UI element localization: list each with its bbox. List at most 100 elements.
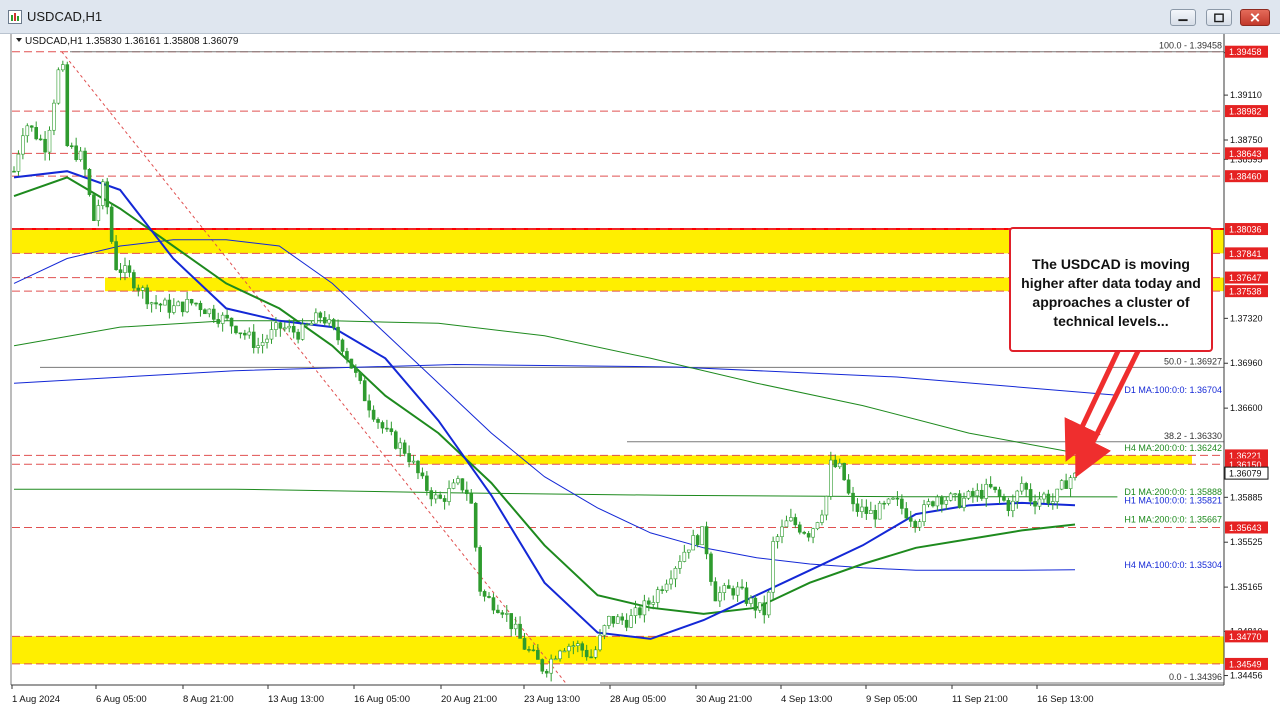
candle-body	[29, 125, 34, 128]
candle-body	[762, 602, 767, 616]
candle-body	[238, 332, 243, 335]
candle-body	[682, 551, 687, 562]
price-tick-label: 1.38750	[1230, 135, 1263, 145]
candle-body	[229, 317, 234, 327]
candle-body	[96, 205, 101, 221]
candle-body	[87, 169, 92, 195]
candle-body	[305, 323, 309, 326]
candle-body	[749, 597, 753, 604]
candle-body	[469, 493, 474, 504]
candle-body	[349, 358, 354, 369]
candle-body	[465, 489, 469, 495]
candle-body	[309, 322, 314, 326]
candle-body	[380, 422, 385, 429]
minimize-icon	[1178, 19, 1188, 22]
time-tick-label: 23 Aug 13:00	[524, 694, 580, 705]
candle-body	[833, 459, 838, 468]
candle-body	[886, 498, 891, 504]
candle-body	[282, 327, 287, 330]
candle-body	[900, 498, 904, 509]
candle-body	[1064, 480, 1068, 489]
candle-body	[496, 609, 500, 613]
candle-body	[296, 331, 300, 340]
candle-body	[78, 150, 83, 160]
candle-body	[940, 496, 944, 505]
candle-body	[700, 526, 704, 546]
candle-body	[513, 623, 518, 630]
candle-body	[988, 483, 993, 488]
maximize-icon	[1214, 13, 1224, 23]
fibonacci-level-label: 100.0 - 1.39458	[1159, 41, 1222, 51]
candle-body	[1051, 501, 1055, 504]
candle-body	[61, 64, 65, 71]
candle-body	[593, 649, 598, 658]
candle-body	[163, 299, 167, 306]
candle-body	[704, 526, 709, 555]
candle-body	[855, 503, 860, 512]
candle-body	[962, 497, 966, 508]
candle-body	[784, 520, 789, 528]
candle-body	[269, 329, 274, 340]
window-title: USDCAD,H1	[27, 9, 103, 24]
candle-body	[243, 332, 247, 336]
support-resistance-zone	[420, 455, 1192, 465]
candle-body	[758, 602, 762, 611]
candle-body	[1055, 488, 1060, 502]
candle-body	[580, 643, 585, 651]
candle-body	[198, 302, 203, 311]
candle-body	[615, 616, 620, 624]
candle-body	[473, 503, 478, 548]
candle-body	[265, 338, 269, 343]
candle-body	[25, 125, 30, 137]
candle-body	[571, 645, 576, 647]
candle-body	[531, 649, 536, 652]
time-tick-label: 16 Aug 05:00	[354, 694, 410, 705]
candle-body	[251, 331, 256, 348]
current-price-label: 1.36079	[1229, 469, 1262, 479]
fibonacci-level-label: 0.0 - 1.34396	[1169, 672, 1222, 682]
candle-body	[607, 616, 611, 626]
candle-body	[509, 613, 514, 630]
candle-body	[1028, 489, 1033, 502]
candle-body	[664, 583, 669, 591]
close-button[interactable]	[1240, 9, 1270, 26]
maximize-button[interactable]	[1206, 9, 1232, 26]
candle-body	[278, 322, 283, 329]
minimize-button[interactable]	[1170, 9, 1196, 26]
candle-body	[291, 325, 296, 333]
candle-body	[167, 299, 172, 313]
candle-body	[74, 145, 78, 160]
level-price-label: 1.37538	[1229, 287, 1262, 297]
level-price-label: 1.39458	[1229, 47, 1262, 57]
candle-body	[984, 483, 989, 499]
moving-average-label: H4 MA:200:0:0: 1.36242	[1124, 443, 1222, 453]
candle-body	[52, 102, 56, 131]
candle-body	[1015, 490, 1020, 502]
candle-body	[260, 342, 265, 346]
candle-body	[922, 504, 926, 522]
candle-body	[740, 586, 744, 589]
candle-body	[567, 646, 571, 652]
candle-body	[789, 517, 793, 522]
candle-body	[1059, 480, 1064, 490]
fibonacci-level-label: 50.0 - 1.36927	[1164, 356, 1222, 366]
candle-body	[362, 380, 367, 402]
level-price-label: 1.37841	[1229, 249, 1262, 259]
candle-body	[425, 475, 429, 491]
candle-body	[642, 600, 647, 616]
level-price-label: 1.35643	[1229, 523, 1262, 533]
price-chart[interactable]: 100.0 - 1.39458 50.0 - 1.36927 38.2 - 1.36…	[0, 34, 1280, 721]
candle-body	[504, 613, 509, 615]
time-tick-label: 16 Sep 13:00	[1037, 694, 1094, 705]
candle-body	[318, 312, 323, 318]
candle-body	[83, 150, 87, 170]
candle-body	[518, 623, 522, 639]
time-tick-label: 9 Sep 05:00	[866, 694, 917, 705]
candle-body	[100, 181, 105, 206]
candle-body	[456, 478, 460, 484]
candle-body	[203, 309, 207, 315]
candle-body	[549, 658, 553, 674]
candle-body	[735, 586, 740, 596]
candle-body	[127, 265, 132, 273]
candle-body	[123, 265, 127, 273]
